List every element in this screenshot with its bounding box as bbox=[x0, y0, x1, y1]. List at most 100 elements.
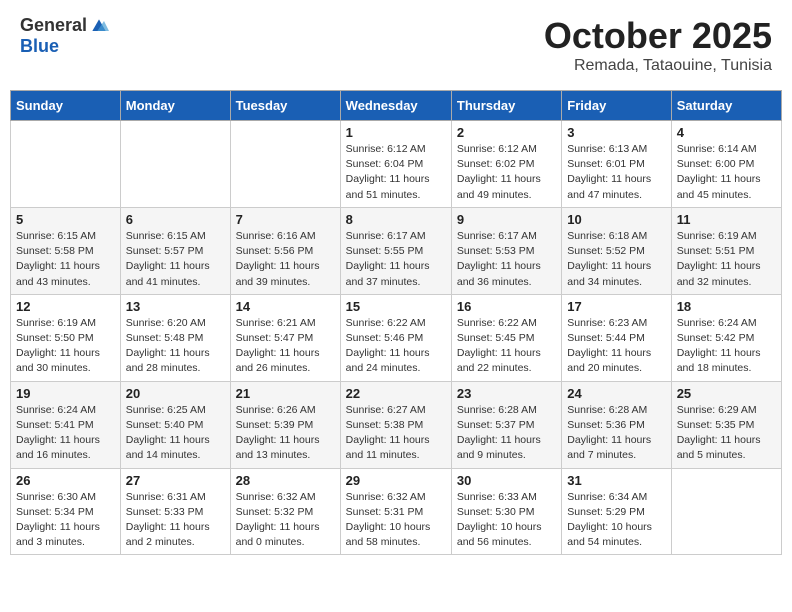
day-info: Sunrise: 6:28 AMSunset: 5:37 PMDaylight:… bbox=[457, 403, 556, 464]
day-number: 16 bbox=[457, 299, 556, 314]
weekday-header-saturday: Saturday bbox=[671, 91, 781, 121]
calendar-cell: 30 Sunrise: 6:33 AMSunset: 5:30 PMDayligh… bbox=[451, 468, 561, 555]
day-info: Sunrise: 6:19 AMSunset: 5:50 PMDaylight:… bbox=[16, 316, 115, 377]
day-number: 18 bbox=[677, 299, 776, 314]
calendar-table: SundayMondayTuesdayWednesdayThursdayFrid… bbox=[10, 90, 782, 555]
calendar-cell: 12 Sunrise: 6:19 AMSunset: 5:50 PMDayligh… bbox=[11, 294, 121, 381]
day-info: Sunrise: 6:16 AMSunset: 5:56 PMDaylight:… bbox=[236, 229, 335, 290]
calendar-cell: 10 Sunrise: 6:18 AMSunset: 5:52 PMDayligh… bbox=[562, 207, 671, 294]
day-info: Sunrise: 6:15 AMSunset: 5:57 PMDaylight:… bbox=[126, 229, 225, 290]
week-row-4: 19Sunrise: 6:24 AMSunset: 5:41 PMDayligh… bbox=[11, 381, 782, 468]
weekday-header-friday: Friday bbox=[562, 91, 671, 121]
weekday-row: SundayMondayTuesdayWednesdayThursdayFrid… bbox=[11, 91, 782, 121]
calendar-cell bbox=[671, 468, 781, 555]
day-number: 24 bbox=[567, 386, 665, 401]
day-number: 31 bbox=[567, 473, 665, 488]
calendar-cell: 4 Sunrise: 6:14 AMSunset: 6:00 PMDaylight… bbox=[671, 121, 781, 208]
day-info: Sunrise: 6:29 AMSunset: 5:35 PMDaylight:… bbox=[677, 403, 776, 464]
day-info: Sunrise: 6:34 AMSunset: 5:29 PMDaylight:… bbox=[567, 490, 665, 551]
day-info: Sunrise: 6:17 AMSunset: 5:53 PMDaylight:… bbox=[457, 229, 556, 290]
day-number: 15 bbox=[346, 299, 446, 314]
day-number: 3 bbox=[567, 125, 665, 140]
calendar-cell: 6 Sunrise: 6:15 AMSunset: 5:57 PMDaylight… bbox=[120, 207, 230, 294]
day-number: 17 bbox=[567, 299, 665, 314]
logo-icon bbox=[89, 16, 109, 36]
day-info: Sunrise: 6:22 AMSunset: 5:46 PMDaylight:… bbox=[346, 316, 446, 377]
calendar-cell: 1 Sunrise: 6:12 AMSunset: 6:04 PMDaylight… bbox=[340, 121, 451, 208]
day-number: 20 bbox=[126, 386, 225, 401]
calendar-cell: 18 Sunrise: 6:24 AMSunset: 5:42 PMDayligh… bbox=[671, 294, 781, 381]
calendar-cell bbox=[11, 121, 121, 208]
calendar-body: 1 Sunrise: 6:12 AMSunset: 6:04 PMDaylight… bbox=[11, 121, 782, 555]
day-number: 25 bbox=[677, 386, 776, 401]
day-info: Sunrise: 6:14 AMSunset: 6:00 PMDaylight:… bbox=[677, 142, 776, 203]
day-number: 4 bbox=[677, 125, 776, 140]
day-info: Sunrise: 6:32 AMSunset: 5:31 PMDaylight:… bbox=[346, 490, 446, 551]
calendar-cell: 9 Sunrise: 6:17 AMSunset: 5:53 PMDaylight… bbox=[451, 207, 561, 294]
weekday-header-monday: Monday bbox=[120, 91, 230, 121]
day-info: Sunrise: 6:22 AMSunset: 5:45 PMDaylight:… bbox=[457, 316, 556, 377]
calendar-cell: 21 Sunrise: 6:26 AMSunset: 5:39 PMDayligh… bbox=[230, 381, 340, 468]
day-info: Sunrise: 6:26 AMSunset: 5:39 PMDaylight:… bbox=[236, 403, 335, 464]
week-row-3: 12 Sunrise: 6:19 AMSunset: 5:50 PMDayligh… bbox=[11, 294, 782, 381]
day-info: Sunrise: 6:13 AMSunset: 6:01 PMDaylight:… bbox=[567, 142, 665, 203]
calendar-cell bbox=[230, 121, 340, 208]
day-info: Sunrise: 6:23 AMSunset: 5:44 PMDaylight:… bbox=[567, 316, 665, 377]
week-row-2: 5Sunrise: 6:15 AMSunset: 5:58 PMDaylight… bbox=[11, 207, 782, 294]
day-number: 28 bbox=[236, 473, 335, 488]
calendar-cell: 7 Sunrise: 6:16 AMSunset: 5:56 PMDaylight… bbox=[230, 207, 340, 294]
calendar-cell: 27Sunrise: 6:31 AMSunset: 5:33 PMDayligh… bbox=[120, 468, 230, 555]
page-header: General Blue October 2025 Remada, Tataou… bbox=[10, 10, 782, 80]
day-number: 13 bbox=[126, 299, 225, 314]
day-number: 9 bbox=[457, 212, 556, 227]
day-info: Sunrise: 6:17 AMSunset: 5:55 PMDaylight:… bbox=[346, 229, 446, 290]
day-number: 21 bbox=[236, 386, 335, 401]
calendar-header: SundayMondayTuesdayWednesdayThursdayFrid… bbox=[11, 91, 782, 121]
calendar-cell: 23 Sunrise: 6:28 AMSunset: 5:37 PMDayligh… bbox=[451, 381, 561, 468]
day-info: Sunrise: 6:18 AMSunset: 5:52 PMDaylight:… bbox=[567, 229, 665, 290]
day-number: 23 bbox=[457, 386, 556, 401]
day-info: Sunrise: 6:20 AMSunset: 5:48 PMDaylight:… bbox=[126, 316, 225, 377]
day-number: 6 bbox=[126, 212, 225, 227]
calendar-cell: 2 Sunrise: 6:12 AMSunset: 6:02 PMDaylight… bbox=[451, 121, 561, 208]
calendar-cell: 16 Sunrise: 6:22 AMSunset: 5:45 PMDayligh… bbox=[451, 294, 561, 381]
calendar-cell: 17 Sunrise: 6:23 AMSunset: 5:44 PMDayligh… bbox=[562, 294, 671, 381]
calendar-cell: 24 Sunrise: 6:28 AMSunset: 5:36 PMDayligh… bbox=[562, 381, 671, 468]
day-number: 12 bbox=[16, 299, 115, 314]
title-block: October 2025 Remada, Tataouine, Tunisia bbox=[544, 15, 772, 75]
logo-general-text: General bbox=[20, 15, 87, 36]
location-subtitle: Remada, Tataouine, Tunisia bbox=[544, 57, 772, 75]
day-info: Sunrise: 6:19 AMSunset: 5:51 PMDaylight:… bbox=[677, 229, 776, 290]
weekday-header-thursday: Thursday bbox=[451, 91, 561, 121]
calendar-cell: 19Sunrise: 6:24 AMSunset: 5:41 PMDayligh… bbox=[11, 381, 121, 468]
weekday-header-tuesday: Tuesday bbox=[230, 91, 340, 121]
calendar-cell: 13 Sunrise: 6:20 AMSunset: 5:48 PMDayligh… bbox=[120, 294, 230, 381]
day-info: Sunrise: 6:28 AMSunset: 5:36 PMDaylight:… bbox=[567, 403, 665, 464]
day-info: Sunrise: 6:24 AMSunset: 5:42 PMDaylight:… bbox=[677, 316, 776, 377]
day-number: 2 bbox=[457, 125, 556, 140]
logo-blue-text: Blue bbox=[20, 36, 109, 57]
day-number: 29 bbox=[346, 473, 446, 488]
day-info: Sunrise: 6:31 AMSunset: 5:33 PMDaylight:… bbox=[126, 490, 225, 551]
calendar-cell: 11Sunrise: 6:19 AMSunset: 5:51 PMDayligh… bbox=[671, 207, 781, 294]
month-title: October 2025 bbox=[544, 15, 772, 57]
day-info: Sunrise: 6:33 AMSunset: 5:30 PMDaylight:… bbox=[457, 490, 556, 551]
calendar-cell: 15 Sunrise: 6:22 AMSunset: 5:46 PMDayligh… bbox=[340, 294, 451, 381]
weekday-header-sunday: Sunday bbox=[11, 91, 121, 121]
calendar-cell: 14Sunrise: 6:21 AMSunset: 5:47 PMDayligh… bbox=[230, 294, 340, 381]
day-number: 10 bbox=[567, 212, 665, 227]
day-info: Sunrise: 6:30 AMSunset: 5:34 PMDaylight:… bbox=[16, 490, 115, 551]
day-number: 19 bbox=[16, 386, 115, 401]
calendar-cell: 20Sunrise: 6:25 AMSunset: 5:40 PMDayligh… bbox=[120, 381, 230, 468]
day-info: Sunrise: 6:12 AMSunset: 6:02 PMDaylight:… bbox=[457, 142, 556, 203]
day-number: 7 bbox=[236, 212, 335, 227]
calendar-cell: 25 Sunrise: 6:29 AMSunset: 5:35 PMDayligh… bbox=[671, 381, 781, 468]
day-number: 5 bbox=[16, 212, 115, 227]
day-number: 1 bbox=[346, 125, 446, 140]
day-number: 30 bbox=[457, 473, 556, 488]
day-info: Sunrise: 6:32 AMSunset: 5:32 PMDaylight:… bbox=[236, 490, 335, 551]
day-info: Sunrise: 6:12 AMSunset: 6:04 PMDaylight:… bbox=[346, 142, 446, 203]
calendar-cell bbox=[120, 121, 230, 208]
calendar-cell: 8Sunrise: 6:17 AMSunset: 5:55 PMDaylight… bbox=[340, 207, 451, 294]
day-number: 26 bbox=[16, 473, 115, 488]
